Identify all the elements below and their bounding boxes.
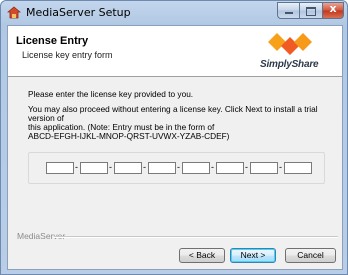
next-button[interactable]: Next >: [230, 248, 276, 263]
key-separator: -: [109, 162, 112, 172]
license-key-group: - - - - - - -: [28, 152, 325, 184]
back-button[interactable]: < Back: [179, 248, 225, 263]
key-separator: -: [75, 162, 78, 172]
key-separator: -: [143, 162, 146, 172]
license-key-segment-5[interactable]: [182, 162, 210, 174]
title-bar[interactable]: MediaServer Setup x: [1, 1, 347, 25]
license-info-line: You may also proceed without entering a …: [28, 104, 318, 123]
window-title: MediaServer Setup: [26, 6, 131, 19]
license-prompt: Please enter the license key provided to…: [28, 89, 194, 99]
license-key-segment-1[interactable]: [46, 162, 74, 174]
key-separator: -: [211, 162, 214, 172]
wizard-client-area: License Entry License key entry form Sim…: [7, 25, 343, 270]
maximize-button[interactable]: [300, 2, 323, 19]
key-separator: -: [279, 162, 282, 172]
license-key-segment-8[interactable]: [284, 162, 312, 174]
key-separator: -: [245, 162, 248, 172]
logo-text: SimplyShare: [260, 59, 319, 70]
key-separator: -: [177, 162, 180, 172]
app-icon: [7, 6, 21, 19]
license-key-segment-7[interactable]: [250, 162, 278, 174]
close-button[interactable]: x: [323, 2, 344, 19]
installer-window: MediaServer Setup x License Entry Licens…: [0, 0, 348, 275]
wizard-header: License Entry License key entry form Sim…: [8, 26, 342, 77]
simplyshare-logo-icon: [268, 33, 312, 55]
footer-divider: [54, 236, 338, 238]
close-icon: x: [329, 2, 337, 15]
page-title: License Entry: [16, 35, 89, 47]
license-key-segment-4[interactable]: [148, 162, 176, 174]
cancel-button[interactable]: Cancel: [285, 248, 336, 263]
page-subtitle: License key entry form: [22, 50, 113, 60]
license-info: You may also proceed without entering a …: [28, 105, 328, 141]
license-key-segment-6[interactable]: [216, 162, 244, 174]
license-key-segment-2[interactable]: [80, 162, 108, 174]
minimize-button[interactable]: [277, 2, 300, 19]
license-info-line: ABCD-EFGH-IJKL-MNOP-QRST-UVWX-YZAB-CDEF): [28, 131, 230, 141]
license-key-segment-3[interactable]: [114, 162, 142, 174]
